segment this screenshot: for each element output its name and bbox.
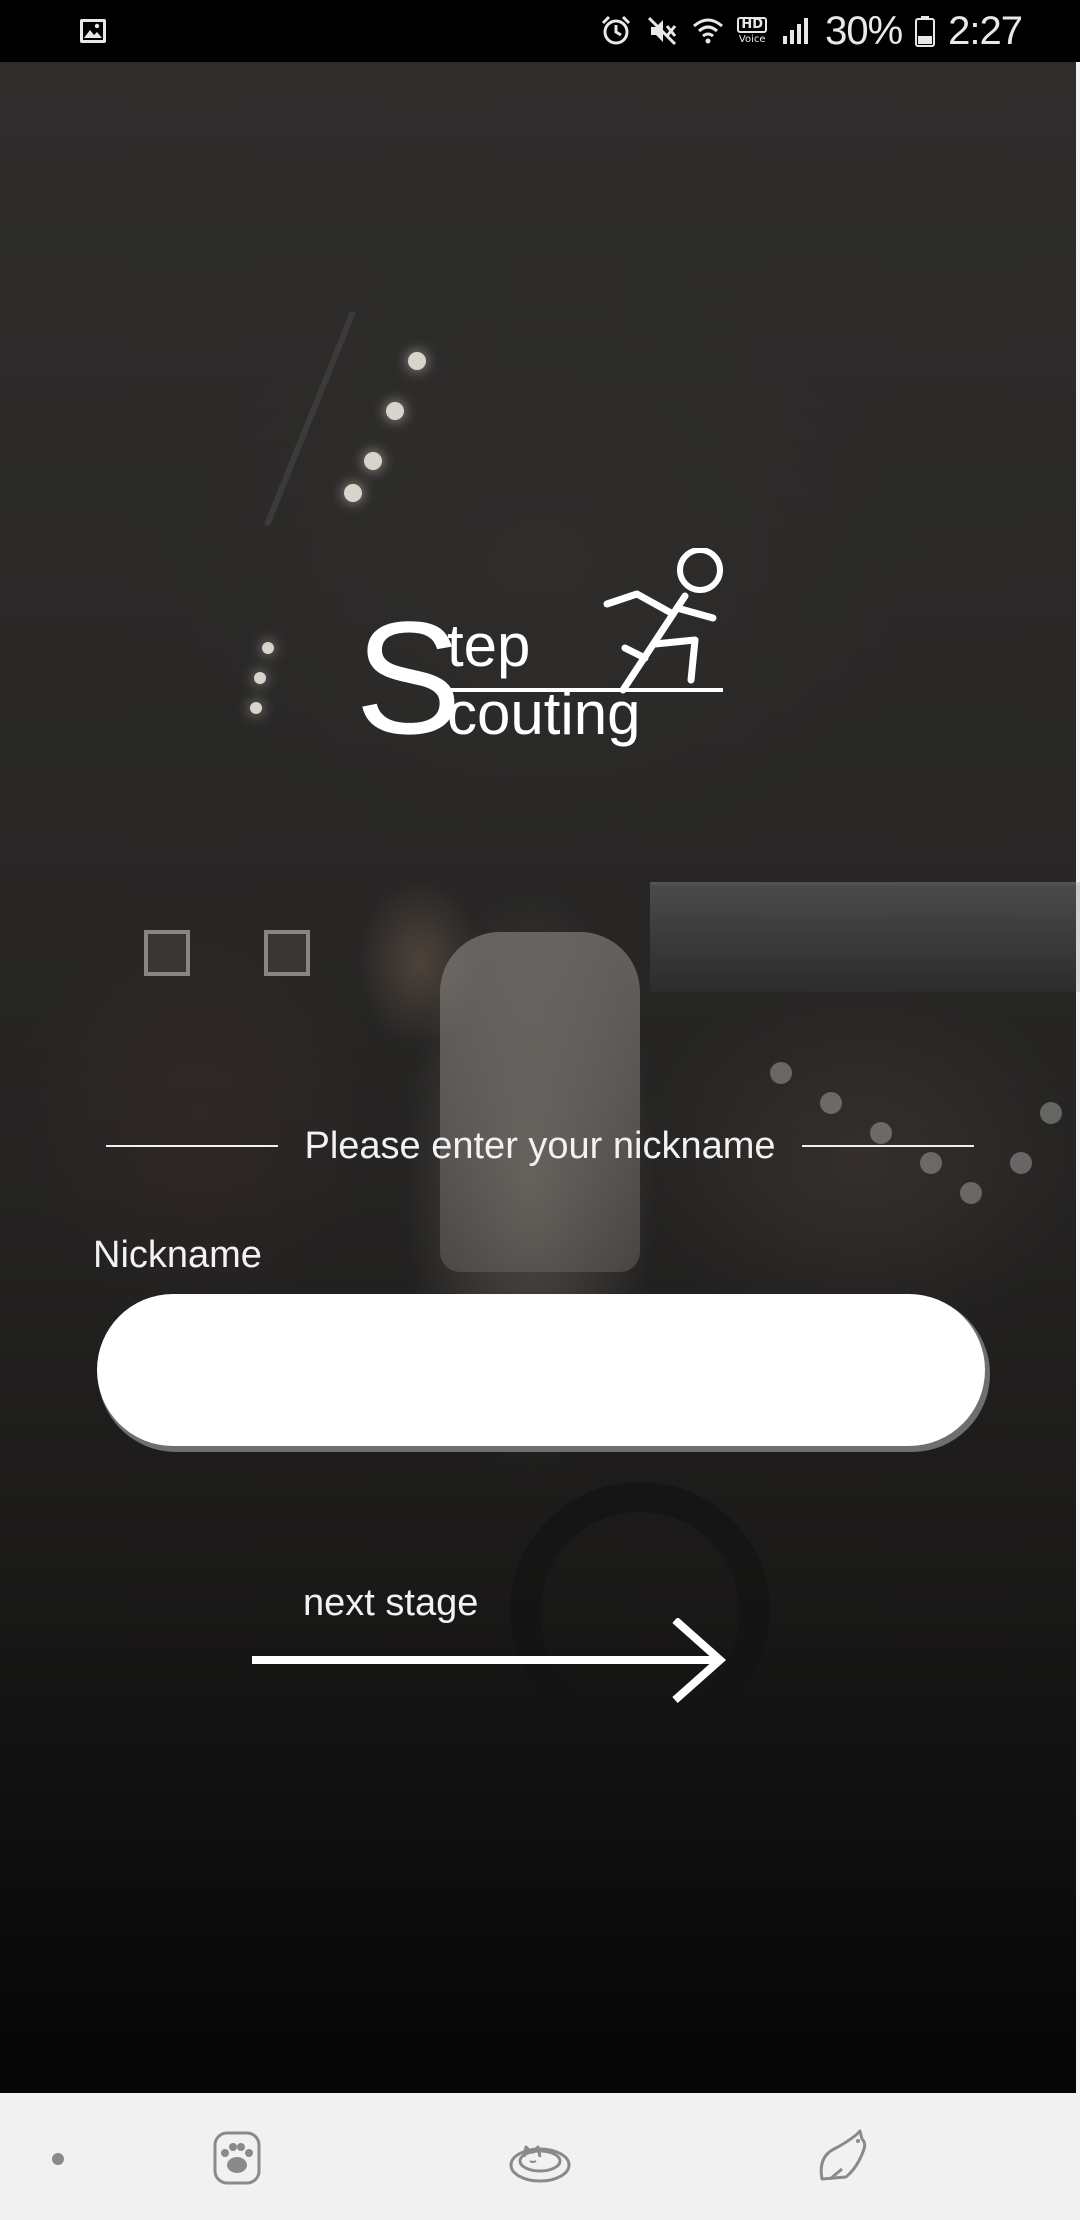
battery-percent: 30% [825,8,903,53]
nickname-label: Nickname [93,1234,262,1276]
logo-line1: tep [447,612,530,679]
nav-sleeping-cat[interactable] [500,2117,580,2197]
prompt-rule-left [106,1145,278,1147]
clock: 2:27 [948,8,1023,53]
alarm-icon [602,15,631,45]
nickname-input[interactable] [97,1294,985,1446]
arrow-right-icon [252,1618,727,1703]
step-scouting-logo: S tep couting [355,548,723,767]
bottom-navigation [0,2093,1080,2220]
nickname-prompt: Please enter your nickname [106,1118,974,1174]
nav-indicator-dot [52,2153,64,2165]
background-photo [0,62,1080,2093]
signal-icon [783,18,809,44]
hd-badge-top: HD [737,16,768,33]
paw-icon [213,2131,261,2185]
hd-badge-bottom: Voice [738,33,766,45]
hd-voice-icon: HD Voice [737,16,768,46]
wifi-icon [693,18,724,44]
sleeping-cat-icon [509,2145,571,2183]
next-stage-button[interactable]: next stage [250,1580,730,1710]
nav-paw[interactable] [197,2117,277,2197]
stretching-cat-icon [819,2129,867,2181]
status-bar: HD Voice 30% 2:27 [0,0,1080,62]
battery-icon [915,16,936,47]
gallery-icon [80,19,106,43]
nav-stretching-cat[interactable] [802,2117,882,2197]
runner-icon [603,548,723,694]
prompt-text: Please enter your nickname [304,1124,776,1167]
mute-icon [648,16,677,46]
screen: HD Voice 30% 2:27 S tep couting Please e… [0,0,1080,2220]
prompt-rule-right [802,1145,974,1147]
logo-initial: S [355,588,462,767]
